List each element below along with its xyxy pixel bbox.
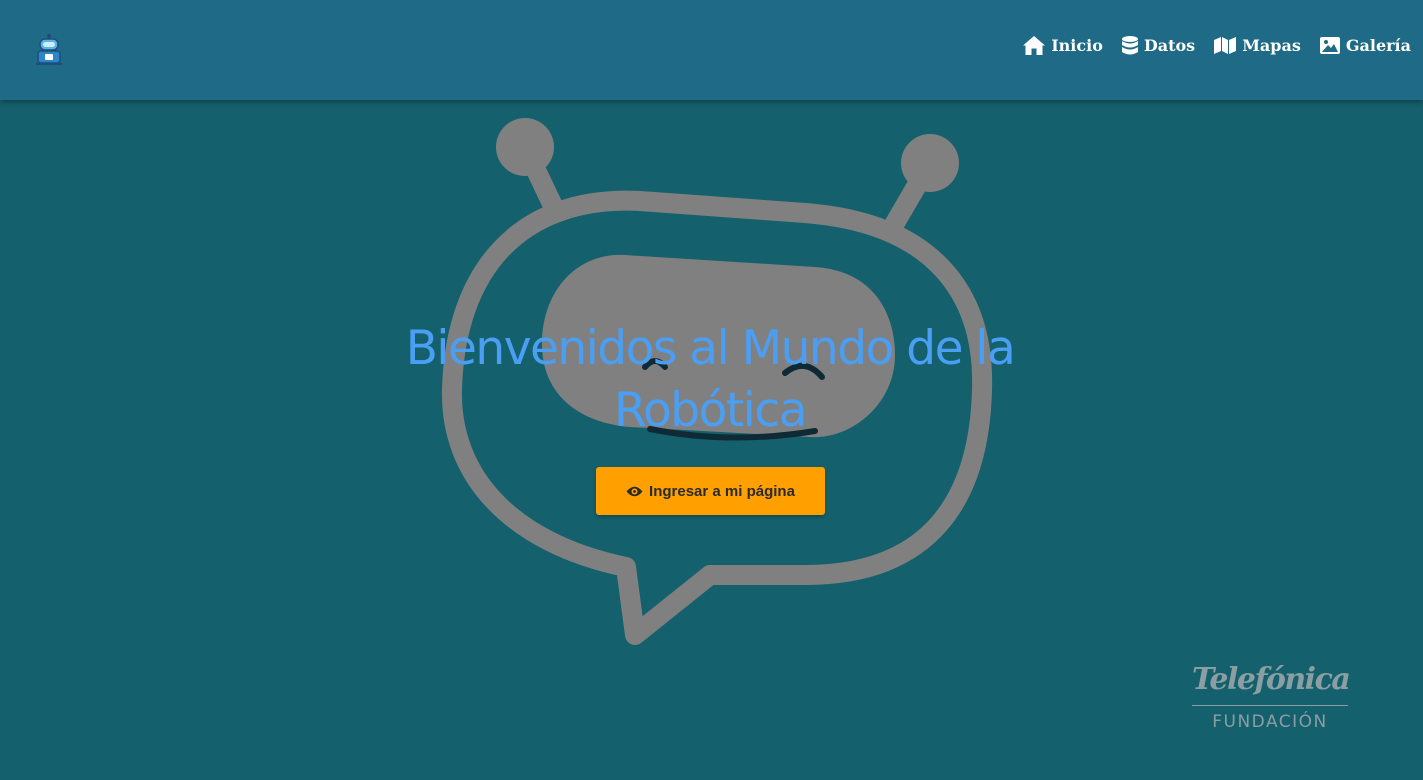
home-icon xyxy=(1023,36,1046,55)
enter-page-button[interactable]: Ingresar a mi página xyxy=(596,467,825,515)
nav-link-datos[interactable]: Datos xyxy=(1121,36,1196,55)
hero-title: Bienvenidos al Mundo de la Robótica xyxy=(405,321,1016,438)
nav-link-label: Datos xyxy=(1143,36,1196,55)
robot-logo-icon[interactable] xyxy=(32,32,66,66)
image-icon xyxy=(1319,37,1340,54)
nav-links: Inicio Datos Mapas Galería xyxy=(1023,36,1411,55)
sponsor-logo: Telefónica FUNDACIÓN xyxy=(1192,660,1351,736)
nav-link-label: Inicio xyxy=(1051,36,1103,55)
sponsor-subtitle: FUNDACIÓN xyxy=(1212,712,1328,732)
sponsor-name: Telefónica xyxy=(1192,662,1351,697)
nav-link-label: Galería xyxy=(1345,36,1411,55)
eye-icon xyxy=(626,486,643,496)
enter-page-button-label: Ingresar a mi página xyxy=(649,482,795,500)
map-icon xyxy=(1214,37,1237,54)
navbar: Inicio Datos Mapas Galería xyxy=(0,0,1423,100)
nav-link-label: Mapas xyxy=(1242,36,1301,55)
database-icon xyxy=(1121,36,1138,55)
nav-link-inicio[interactable]: Inicio xyxy=(1023,36,1103,55)
nav-link-mapas[interactable]: Mapas xyxy=(1214,36,1301,55)
nav-link-galeria[interactable]: Galería xyxy=(1319,36,1411,55)
sponsor-divider xyxy=(1192,705,1348,706)
page: Inicio Datos Mapas Galería Bienvenidos a… xyxy=(0,0,1423,780)
